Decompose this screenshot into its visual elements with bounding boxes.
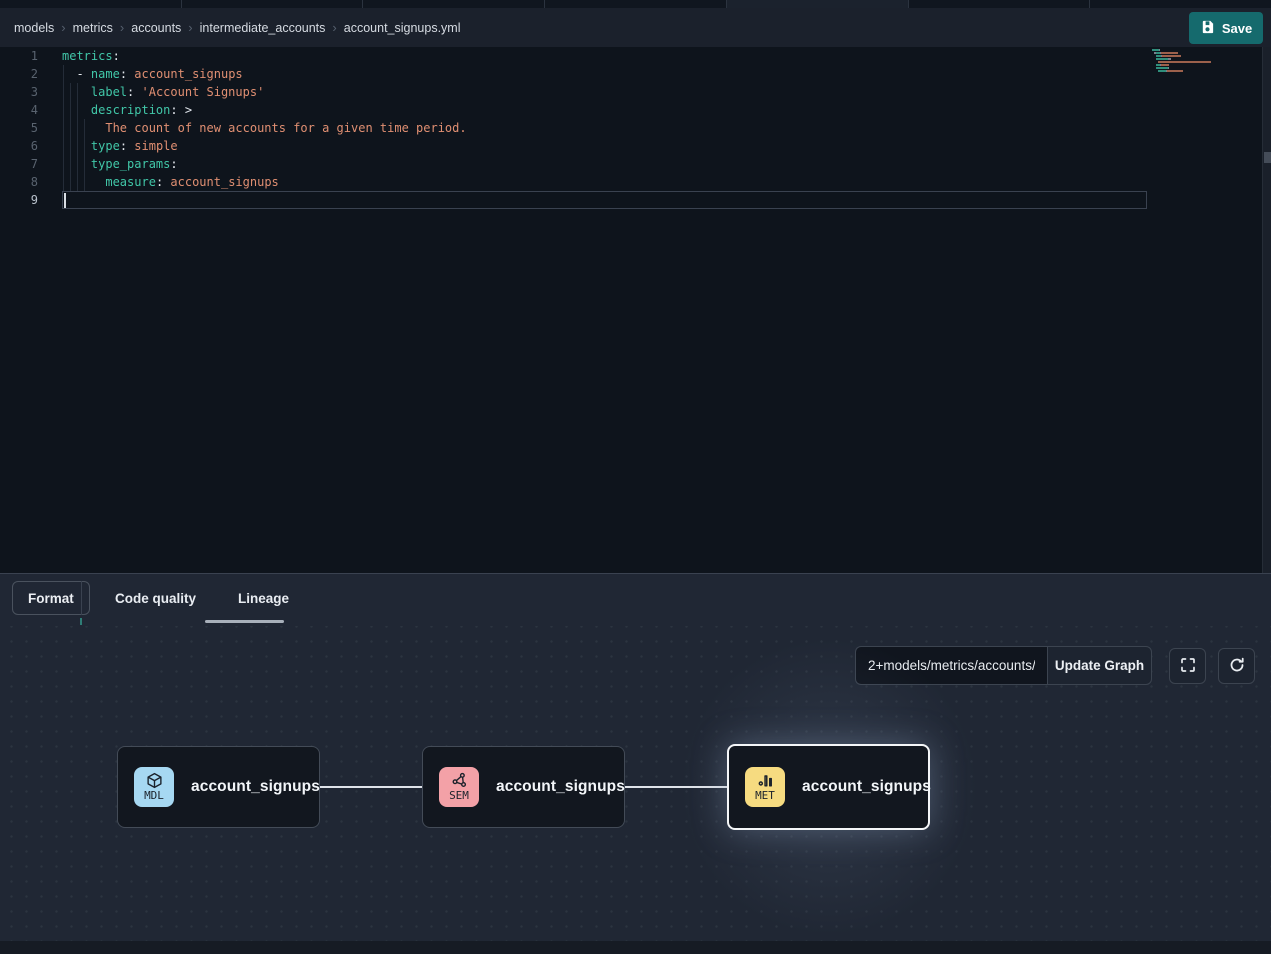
ide-window: models › metrics › accounts › intermediate_acc… xyxy=(0,0,1271,954)
editor-scrollbar-thumb[interactable] xyxy=(1264,152,1271,163)
fullscreen-icon xyxy=(1180,657,1196,676)
code-text: measure: account_signups xyxy=(62,173,279,191)
tab-code-quality[interactable]: Code quality xyxy=(115,591,196,606)
code-text: metrics: xyxy=(62,47,120,65)
code-text: label: 'Account Signups' xyxy=(62,83,264,101)
indent-guide xyxy=(63,65,64,191)
indent-guide xyxy=(70,83,71,191)
node-label: account_signups xyxy=(802,778,931,796)
code-line-4[interactable]: 4 description: > xyxy=(0,101,1271,119)
breadcrumb-item[interactable]: metrics xyxy=(73,21,113,35)
refresh-button[interactable] xyxy=(1218,648,1255,684)
panel-divider-accent xyxy=(80,618,82,625)
editor-scrollbar[interactable] xyxy=(1262,47,1271,573)
lineage-graph-canvas[interactable]: Update Graph xyxy=(0,626,1271,941)
indent-guide xyxy=(77,83,78,191)
code-text: - name: account_signups xyxy=(62,65,243,83)
code-line-5[interactable]: 5 The count of new accounts for a given … xyxy=(0,119,1271,137)
cube-icon xyxy=(146,772,163,789)
indent-guide xyxy=(84,119,85,191)
refresh-icon xyxy=(1229,657,1245,676)
badge-type-label: SEM xyxy=(449,790,469,802)
breadcrumb: models › metrics › accounts › intermediate_acc… xyxy=(14,20,461,35)
minimap[interactable] xyxy=(1152,49,1212,76)
format-button[interactable]: Format xyxy=(12,581,90,615)
code-line-1[interactable]: 1 metrics: xyxy=(0,47,1271,65)
line-number: 6 xyxy=(0,137,38,155)
code-line-2[interactable]: 2 - name: account_signups xyxy=(0,65,1271,83)
active-line-highlight xyxy=(62,191,1147,209)
line-number: 1 xyxy=(0,47,38,65)
top-tab-2[interactable] xyxy=(182,0,364,8)
breadcrumb-bar: models › metrics › accounts › intermediate_acc… xyxy=(0,8,1271,47)
breadcrumb-separator: › xyxy=(61,20,65,35)
save-button-label: Save xyxy=(1222,21,1252,36)
breadcrumb-item[interactable]: account_signups.yml xyxy=(344,21,461,35)
code-lines: 1metrics:2 - name: account_signups3 labe… xyxy=(0,47,1271,209)
panel-divider xyxy=(81,581,82,615)
top-tab-6[interactable] xyxy=(909,0,1091,8)
line-number: 7 xyxy=(0,155,38,173)
code-line-8[interactable]: 8 measure: account_signups xyxy=(0,173,1271,191)
code-text: description: > xyxy=(62,101,192,119)
badge-type-label: MET xyxy=(755,790,775,802)
badge-type-label: MDL xyxy=(144,790,164,802)
code-text: type_params: xyxy=(62,155,178,173)
met-badge: MET xyxy=(745,767,785,807)
panel-footer-strip xyxy=(0,941,1271,954)
top-tab-4[interactable] xyxy=(545,0,727,8)
line-number: 2 xyxy=(0,65,38,83)
sem-badge: SEM xyxy=(439,767,479,807)
lineage-selector-group: Update Graph xyxy=(855,646,1152,685)
text-cursor xyxy=(64,193,66,208)
lineage-selector-input[interactable] xyxy=(855,646,1047,685)
line-number: 9 xyxy=(0,191,38,209)
code-line-3[interactable]: 3 label: 'Account Signups' xyxy=(0,83,1271,101)
breadcrumb-separator: › xyxy=(188,20,192,35)
top-tab-strip xyxy=(0,0,1271,8)
breadcrumb-separator: › xyxy=(332,20,336,35)
lineage-edge xyxy=(320,786,422,788)
save-button[interactable]: Save xyxy=(1189,12,1263,44)
lineage-node-sem[interactable]: SEM account_signups xyxy=(422,746,625,828)
bottom-panel: Format Code quality Lineage Update Graph xyxy=(0,573,1271,954)
mdl-badge: MDL xyxy=(134,767,174,807)
semantic-icon xyxy=(451,772,468,789)
line-number: 4 xyxy=(0,101,38,119)
code-line-7[interactable]: 7 type_params: xyxy=(0,155,1271,173)
node-label: account_signups xyxy=(191,778,320,796)
breadcrumb-separator: › xyxy=(120,20,124,35)
top-tab-3[interactable] xyxy=(363,0,545,8)
code-line-6[interactable]: 6 type: simple xyxy=(0,137,1271,155)
metric-icon xyxy=(757,772,774,789)
lineage-edge xyxy=(625,786,727,788)
line-number: 3 xyxy=(0,83,38,101)
panel-tabs: Code quality Lineage xyxy=(115,574,289,622)
update-graph-button[interactable]: Update Graph xyxy=(1047,646,1152,685)
panel-tab-bar: Format Code quality Lineage xyxy=(0,574,1271,626)
top-tab-5[interactable] xyxy=(727,0,909,8)
breadcrumb-item[interactable]: intermediate_accounts xyxy=(200,21,326,35)
code-text: type: simple xyxy=(62,137,178,155)
active-tab-underline xyxy=(205,620,284,623)
fullscreen-button[interactable] xyxy=(1169,648,1206,684)
line-number: 5 xyxy=(0,119,38,137)
breadcrumb-item[interactable]: models xyxy=(14,21,54,35)
node-label: account_signups xyxy=(496,778,625,796)
lineage-node-met[interactable]: MET account_signups xyxy=(727,744,930,830)
lineage-node-mdl[interactable]: MDL account_signups xyxy=(117,746,320,828)
line-number: 8 xyxy=(0,173,38,191)
top-tab-7[interactable] xyxy=(1090,0,1271,8)
save-icon xyxy=(1200,19,1215,37)
code-editor[interactable]: 1metrics:2 - name: account_signups3 labe… xyxy=(0,47,1271,573)
tab-lineage[interactable]: Lineage xyxy=(238,591,289,606)
breadcrumb-item[interactable]: accounts xyxy=(131,21,181,35)
top-tab-1[interactable] xyxy=(0,0,182,8)
code-text: The count of new accounts for a given ti… xyxy=(62,119,467,137)
